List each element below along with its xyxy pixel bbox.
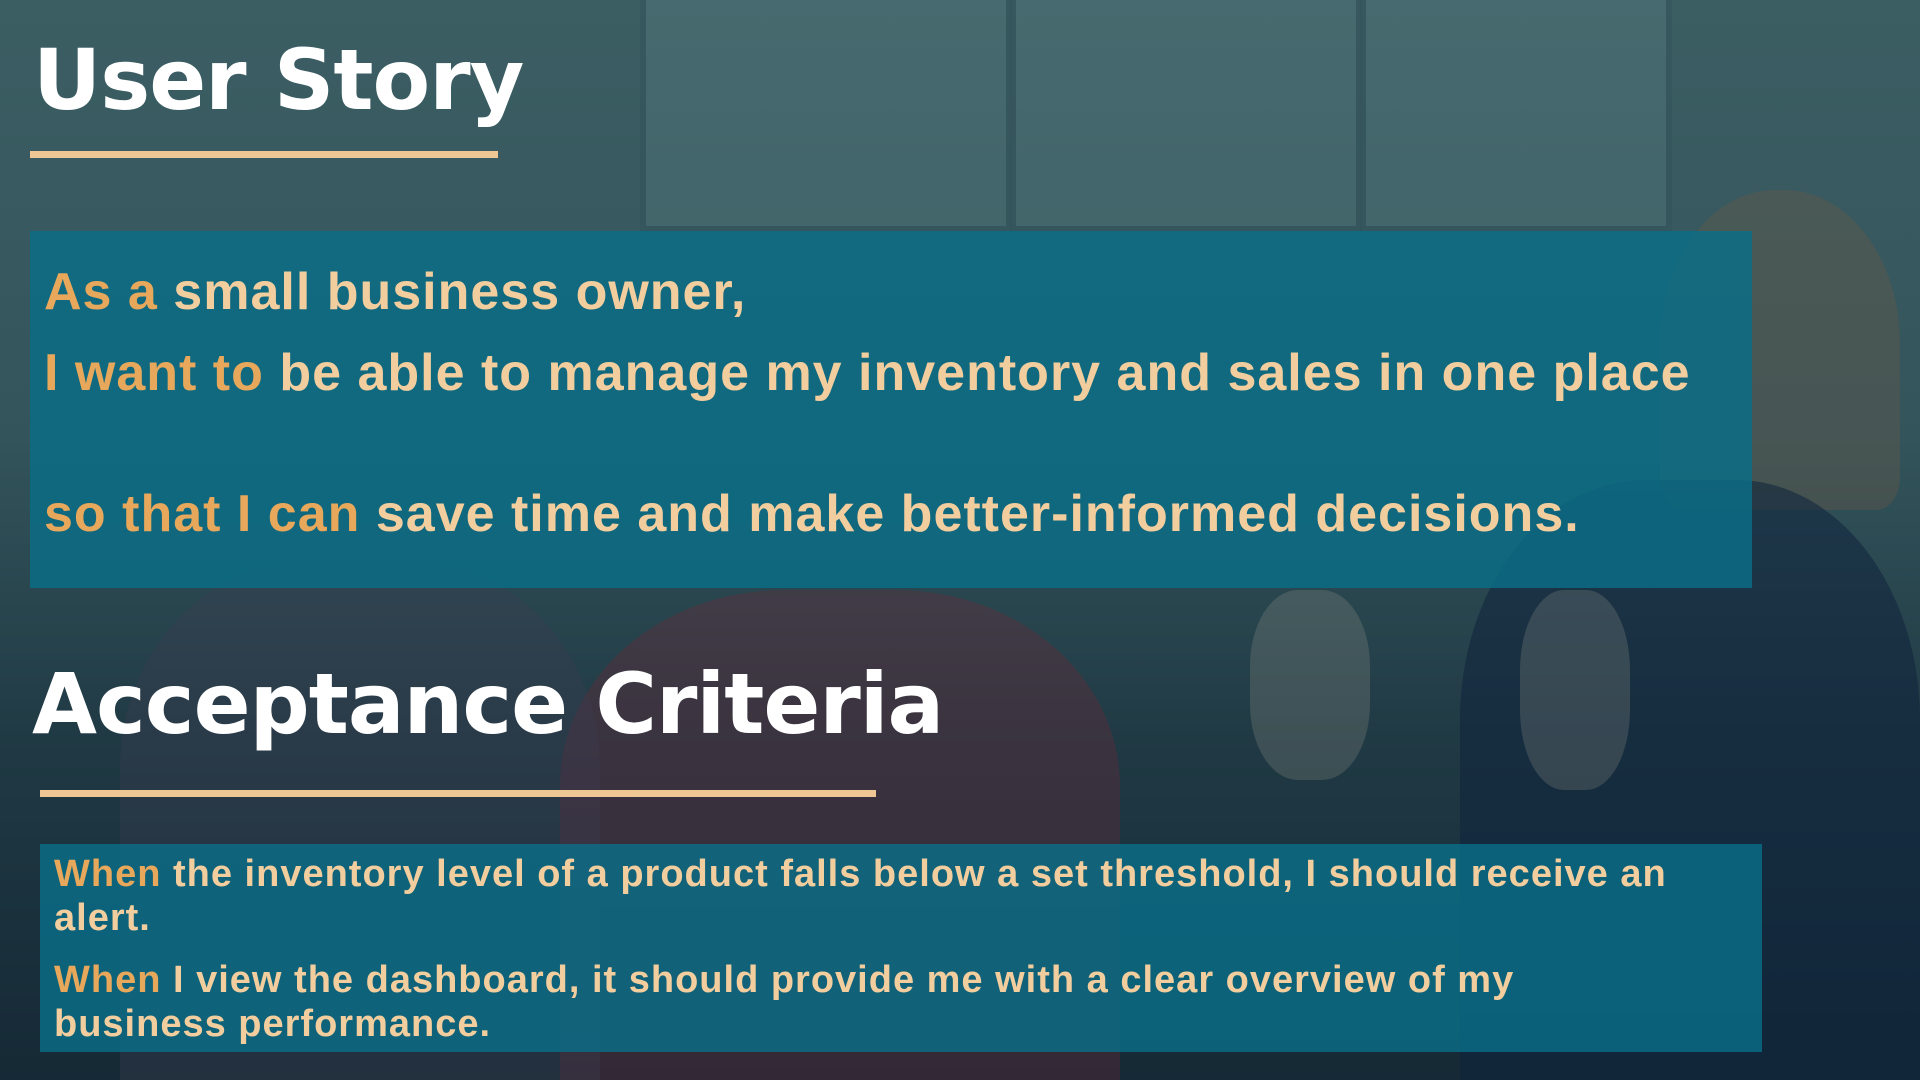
background-hand	[1250, 590, 1370, 780]
story-text: small business owner,	[157, 263, 747, 321]
acceptance-criteria-underline	[40, 790, 876, 797]
background-hand	[1520, 590, 1630, 790]
story-text: be able to manage my inventory and sales…	[263, 344, 1691, 402]
acceptance-criteria-panel: When the inventory level of a product fa…	[40, 844, 1762, 1052]
user-story-panel: As a small business owner, I want to be …	[30, 231, 1752, 588]
background-window	[1010, 0, 1362, 232]
story-line-goal: I want to be able to manage my inventory…	[44, 343, 1734, 403]
criteria-item: When the inventory level of a product fa…	[54, 852, 1754, 940]
criteria-keyword: When	[54, 959, 162, 1001]
background-window	[640, 0, 1012, 232]
acceptance-criteria-title: Acceptance Criteria	[32, 655, 944, 753]
story-line-benefit: so that I can save time and make better-…	[44, 485, 1744, 543]
story-text: save time and make better-informed decis…	[360, 485, 1580, 543]
background-window	[1360, 0, 1672, 232]
criteria-item: When I view the dashboard, it should pro…	[54, 958, 1694, 1046]
story-keyword: so that I can	[44, 485, 361, 543]
user-story-title: User Story	[33, 31, 524, 129]
criteria-text: the inventory level of a product falls b…	[54, 853, 1667, 939]
criteria-keyword: When	[54, 853, 162, 895]
story-keyword: I want to	[44, 344, 264, 402]
criteria-text: I view the dashboard, it should provide …	[54, 959, 1515, 1045]
story-line-role: As a small business owner,	[44, 263, 1734, 321]
story-keyword: As a	[44, 263, 158, 321]
user-story-underline	[30, 151, 498, 158]
